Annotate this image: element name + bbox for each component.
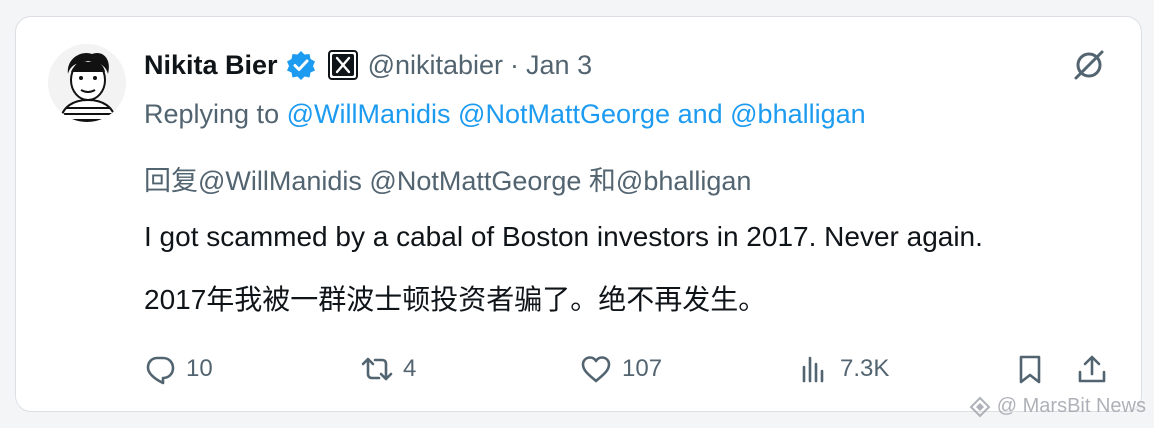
tweet-card[interactable]: Nikita Bier @nikitabier · Jan 3 Replying… (15, 16, 1142, 412)
watermark-text: @ MarsBit News (996, 395, 1146, 417)
retweet-button[interactable]: 4 (361, 353, 416, 385)
views-icon (802, 356, 824, 383)
bookmark-button[interactable] (1014, 353, 1046, 385)
author-name[interactable]: Nikita Bier (144, 50, 278, 81)
reply-count: 10 (186, 355, 213, 382)
verified-badge-icon (286, 50, 316, 80)
watermark: @ MarsBit News (969, 395, 1146, 418)
like-count: 107 (622, 355, 663, 382)
retweet-count: 4 (403, 355, 417, 382)
grok-icon[interactable] (1071, 47, 1107, 83)
like-button[interactable]: 107 (580, 353, 662, 385)
tweet-text: I got scammed by a cabal of Boston inves… (144, 221, 983, 252)
replying-to: Replying to @WillManidis @NotMattGeorge … (144, 99, 866, 130)
author-handle[interactable]: @nikitabier (368, 50, 503, 81)
marsbit-logo-icon (969, 396, 991, 417)
reply-button[interactable]: 10 (144, 353, 213, 385)
retweet-icon (361, 357, 393, 381)
separator: · (510, 49, 520, 80)
share-icon (1078, 355, 1106, 383)
share-button[interactable] (1076, 353, 1108, 385)
mention-link[interactable]: @NotMattGeorge (458, 99, 670, 129)
views-count: 7.3K (840, 355, 890, 382)
tweet-text-translation: 2017年我被一群波士顿投资者骗了。绝不再发生。 (144, 284, 767, 315)
translated-reply: 回复@WillManidis @NotMattGeorge 和@bhalliga… (144, 166, 752, 196)
mention-link[interactable]: @bhalligan (730, 99, 866, 129)
tweet-date[interactable]: Jan 3 (526, 50, 592, 81)
reply-icon (146, 356, 175, 385)
bookmark-icon (1019, 355, 1041, 384)
replying-to-label: Replying to (144, 99, 287, 129)
tweet-header: Nikita Bier @nikitabier · Jan 3 (144, 45, 592, 85)
avatar[interactable] (48, 44, 126, 122)
action-bar: 10 4 107 7.3K (16, 353, 1141, 393)
heart-icon (581, 356, 611, 383)
replying-to-and: and (677, 99, 723, 129)
mention-link[interactable]: @WillManidis (287, 99, 451, 129)
x-logo-icon (327, 50, 358, 80)
views-button[interactable]: 7.3K (798, 353, 889, 385)
